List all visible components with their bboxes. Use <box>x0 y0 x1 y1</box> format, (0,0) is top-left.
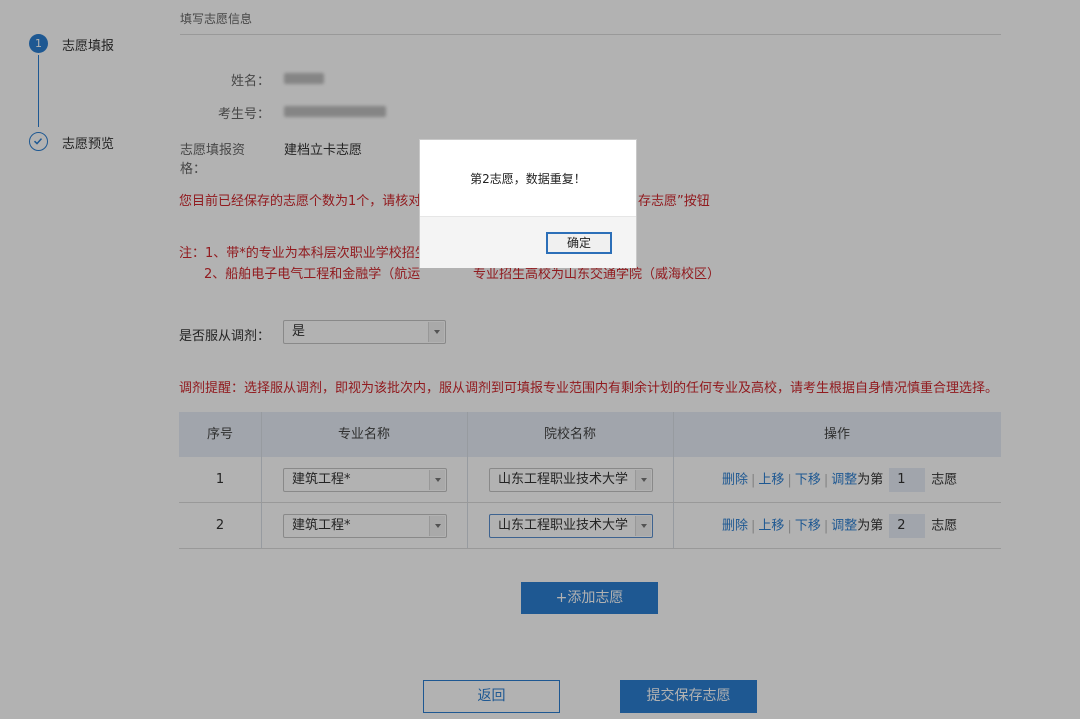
alert-dialog: 第2志愿，数据重复！ 确定 <box>419 139 637 268</box>
dialog-footer: 确定 <box>420 216 636 268</box>
dialog-message: 第2志愿，数据重复！ <box>470 172 586 186</box>
modal-overlay <box>0 0 1080 719</box>
dialog-ok-button[interactable]: 确定 <box>546 232 612 254</box>
